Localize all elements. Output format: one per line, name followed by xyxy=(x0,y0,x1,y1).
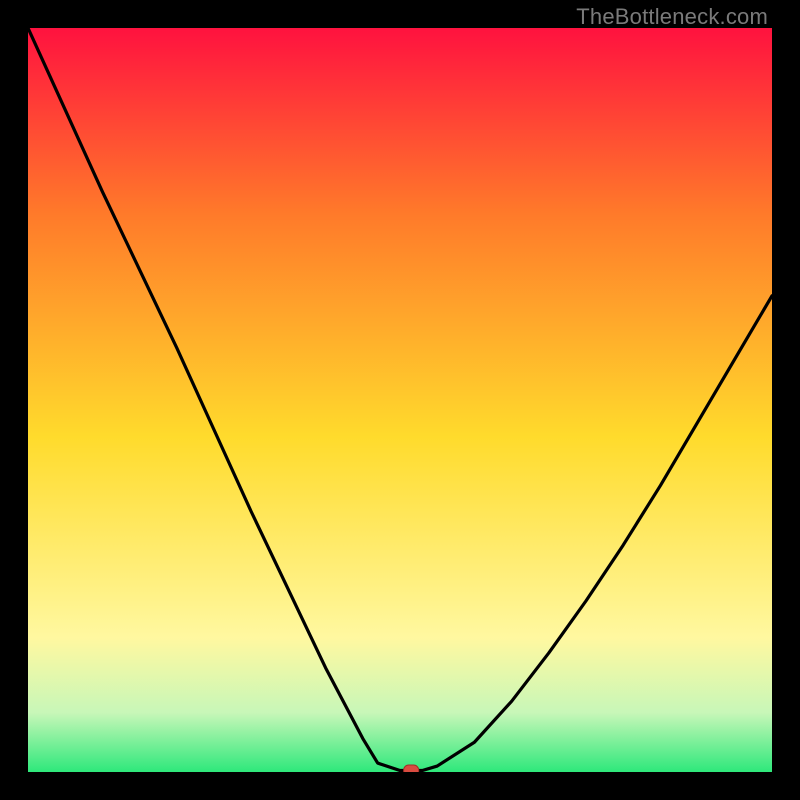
watermark-text: TheBottleneck.com xyxy=(576,4,768,30)
minimum-marker xyxy=(404,765,419,772)
chart-container: TheBottleneck.com xyxy=(0,0,800,800)
plot-area xyxy=(28,28,772,772)
chart-svg xyxy=(28,28,772,772)
gradient-background xyxy=(28,28,772,772)
